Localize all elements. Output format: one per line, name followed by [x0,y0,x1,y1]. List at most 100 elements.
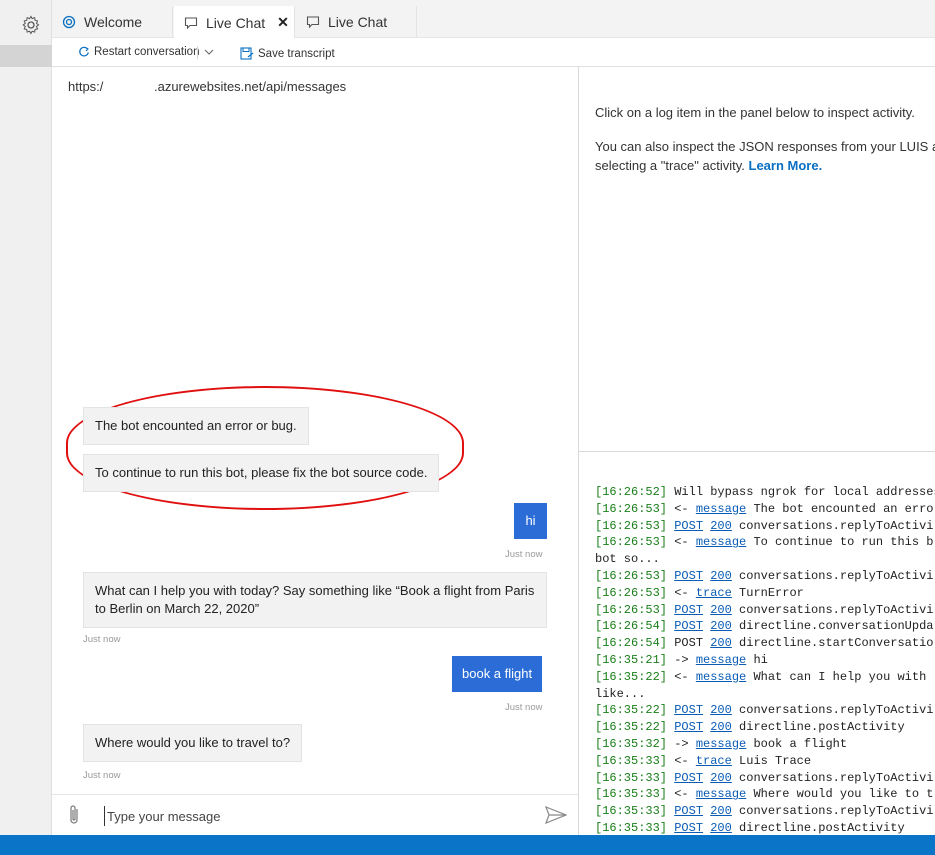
log-line[interactable]: [16:26:53] <- message The bot encounted … [595,501,935,518]
log-status-code[interactable]: 200 [710,519,732,533]
log-activity-link[interactable]: message [696,535,746,549]
log-line[interactable]: [16:35:33] POST 200 conversations.replyT… [595,803,935,820]
message-timestamp: Just now [83,770,121,781]
log-line[interactable]: [16:26:52] Will bypass ngrok for local a… [595,484,935,501]
chevron-down-icon[interactable] [202,45,216,59]
log-status-code[interactable]: 200 [710,603,732,617]
log-line[interactable]: [16:26:53] <- message To continue to run… [595,534,935,551]
learn-more-link[interactable]: Learn More. [749,158,823,173]
log-status-code[interactable]: 200 [710,720,732,734]
status-bar [0,835,935,855]
tab-live-chat-active[interactable]: Live Chat ✕ [174,6,295,39]
inspector-text: selecting a "trace" activity. [595,158,745,173]
chat-toolbar: Restart conversation Save transcript [52,38,935,67]
log-line[interactable]: [16:35:33] POST 200 directline.postActiv… [595,820,935,835]
log-activity-link[interactable]: trace [696,754,732,768]
log-line[interactable]: [16:35:21] -> message hi [595,652,935,669]
log-line[interactable]: [16:35:33] POST 200 conversations.replyT… [595,770,935,787]
restart-label: Restart conversation [94,46,200,58]
paperclip-icon[interactable] [67,804,81,826]
activity-selected-item[interactable] [0,45,52,67]
log-activity-link[interactable]: message [696,502,746,516]
tab-label: Welcome [84,14,143,30]
log-status-code[interactable]: 200 [710,619,732,633]
log-timestamp: [16:26:53] [595,518,668,533]
log-line[interactable]: [16:26:54] POST 200 directline.startConv… [595,635,935,652]
log-timestamp: [16:26:53] [595,535,668,550]
emulator-window: Welcome Live Chat ✕ Live Chat Restart co… [0,0,935,855]
log-line[interactable]: like... [595,686,935,703]
log-line[interactable]: [16:35:33] <- trace Luis Trace [595,753,935,770]
inspector-panel: Click on a log item in the panel below t… [579,67,935,451]
log-timestamp: [16:26:53] [595,568,668,583]
log-activity-link[interactable]: POST [674,771,703,785]
bot-message: Where would you like to travel to? [83,724,303,762]
save-transcript-button[interactable]: Save transcript [240,47,335,60]
log-activity-link[interactable]: message [696,670,746,684]
log-activity-link[interactable]: trace [696,586,732,600]
log-line[interactable]: [16:35:32] -> message book a flight [595,736,935,753]
gear-icon[interactable] [21,15,41,35]
log-line[interactable]: [16:26:53] POST 200 conversations.replyT… [595,568,935,585]
log-status-code[interactable]: 200 [710,703,732,717]
restart-conversation-button[interactable]: Restart conversation [78,46,199,58]
log-line[interactable]: bot so... [595,551,935,568]
user-message: book a flight [452,656,543,692]
log-timestamp: [16:35:33] [595,787,668,802]
log-activity-link[interactable]: message [696,787,746,801]
log-activity-link[interactable]: POST [674,804,703,818]
log-status-code[interactable]: 200 [710,821,732,835]
log-timestamp: [16:26:54] [595,636,668,651]
bot-message: To continue to run this bot, please fix … [83,454,440,492]
tab-strip: Welcome Live Chat ✕ Live Chat [52,0,935,39]
log-status-code[interactable]: 200 [710,804,732,818]
log-activity-link[interactable]: POST [674,519,703,533]
message-timestamp: Just now [83,634,121,645]
log-activity-link[interactable]: POST [674,821,703,835]
log-activity-link[interactable]: POST [674,720,703,734]
chat-pane: https:/ .azurewebsites.net/api/messages … [52,67,578,835]
inspector-text-line: selecting a "trace" activity. Learn More… [595,156,935,175]
log-line[interactable]: [16:26:53] POST 200 conversations.replyT… [595,518,935,535]
tab-label: Live Chat [328,14,388,30]
log-line[interactable]: [16:26:53] POST 200 conversations.replyT… [595,602,935,619]
log-timestamp: [16:35:22] [595,703,668,718]
log-activity-link[interactable]: message [696,737,746,751]
bot-message: The bot encounted an error or bug. [83,407,309,445]
send-icon[interactable] [545,806,567,824]
log-line[interactable]: [16:26:53] <- trace TurnError [595,585,935,602]
log-lines: [16:26:52] Will bypass ngrok for local a… [595,484,935,835]
restart-icon [79,46,89,57]
log-timestamp: [16:35:33] [595,804,668,819]
message-input[interactable] [104,806,524,826]
log-timestamp: [16:35:22] [595,669,668,684]
message-input-bar [52,794,578,835]
log-activity-link[interactable]: POST [674,619,703,633]
tab-welcome[interactable]: Welcome [52,6,173,38]
log-line[interactable]: [16:35:22] <- message What can I help yo… [595,669,935,686]
log-line[interactable]: [16:35:33] <- message Where would you li… [595,786,935,803]
log-line[interactable]: [16:35:22] POST 200 conversations.replyT… [595,702,935,719]
log-activity-link[interactable]: message [696,653,746,667]
log-line[interactable]: [16:35:22] POST 200 directline.postActiv… [595,719,935,736]
log-status-code[interactable]: 200 [710,636,732,650]
log-timestamp: [16:35:21] [595,652,668,667]
log-activity-link[interactable]: POST [674,603,703,617]
log-status-code[interactable]: 200 [710,569,732,583]
tab-live-chat[interactable]: Live Chat [296,6,417,38]
log-activity-link[interactable]: POST [674,703,703,717]
log-timestamp: [16:35:33] [595,753,668,768]
message-timestamp: Just now [505,702,543,713]
toolbar-divider [197,46,198,59]
inspector-hint: Click on a log item in the panel below t… [595,105,915,120]
log-timestamp: [16:26:53] [595,585,668,600]
close-icon[interactable]: ✕ [277,14,289,31]
log-timestamp: [16:35:33] [595,770,668,785]
log-activity-link[interactable]: POST [674,569,703,583]
log-status-code[interactable]: 200 [710,771,732,785]
bot-message: What can I help you with today? Say some… [83,572,547,628]
log-timestamp: [16:35:22] [595,720,668,735]
log-line[interactable]: [16:26:54] POST 200 directline.conversat… [595,618,935,635]
message-timestamp: Just now [505,549,543,560]
chat-icon [184,16,198,29]
